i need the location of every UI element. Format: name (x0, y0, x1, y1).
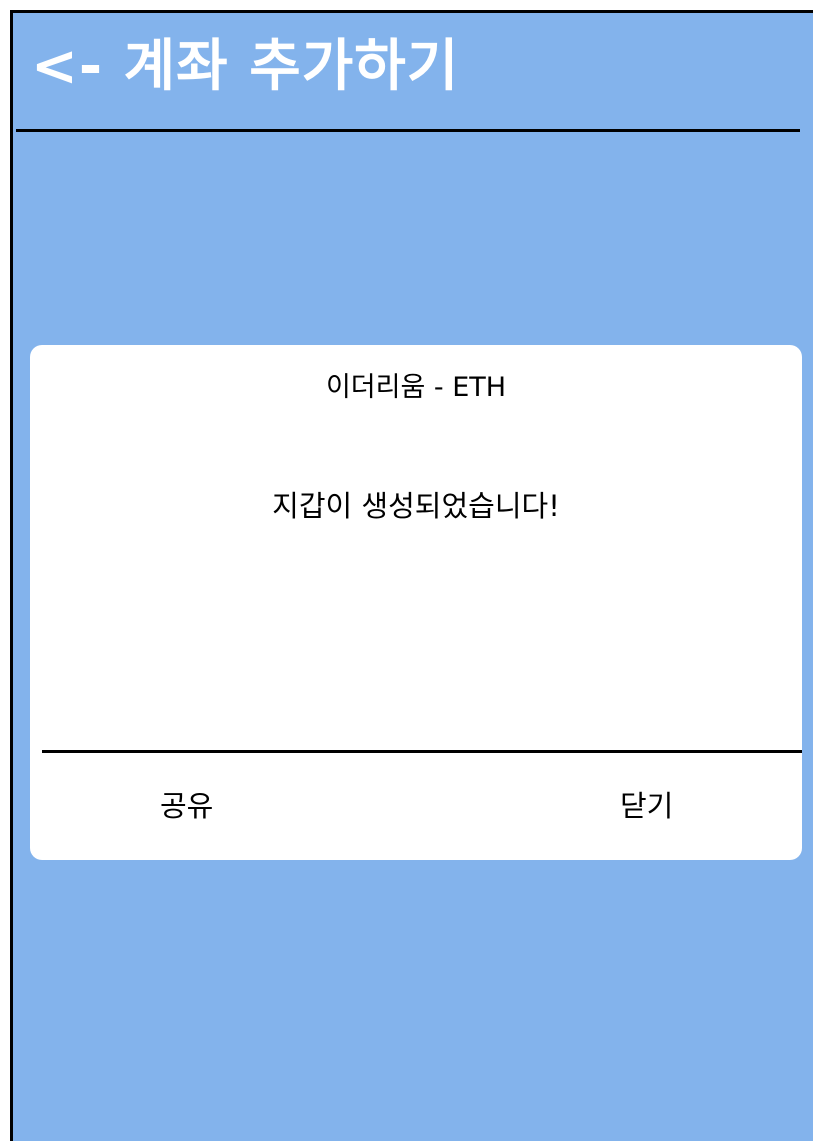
header-bar: <- 계좌 추가하기 (13, 13, 813, 132)
close-button[interactable]: 닫기 (620, 783, 673, 825)
back-button-title[interactable]: <- 계좌 추가하기 (31, 39, 459, 95)
share-button[interactable]: 공유 (160, 783, 213, 825)
wallet-created-dialog: 이더리움 - ETH 지갑이 생성되었습니다! 공유 닫기 (30, 345, 802, 860)
app-screen: <- 계좌 추가하기 이더리움 - ETH 지갑이 생성되었습니다! 공유 닫기 (10, 10, 813, 1141)
dialog-divider (42, 750, 802, 753)
header-divider (16, 129, 800, 132)
dialog-message: 지갑이 생성되었습니다! (272, 489, 560, 523)
dialog-title: 이더리움 - ETH (325, 372, 507, 403)
